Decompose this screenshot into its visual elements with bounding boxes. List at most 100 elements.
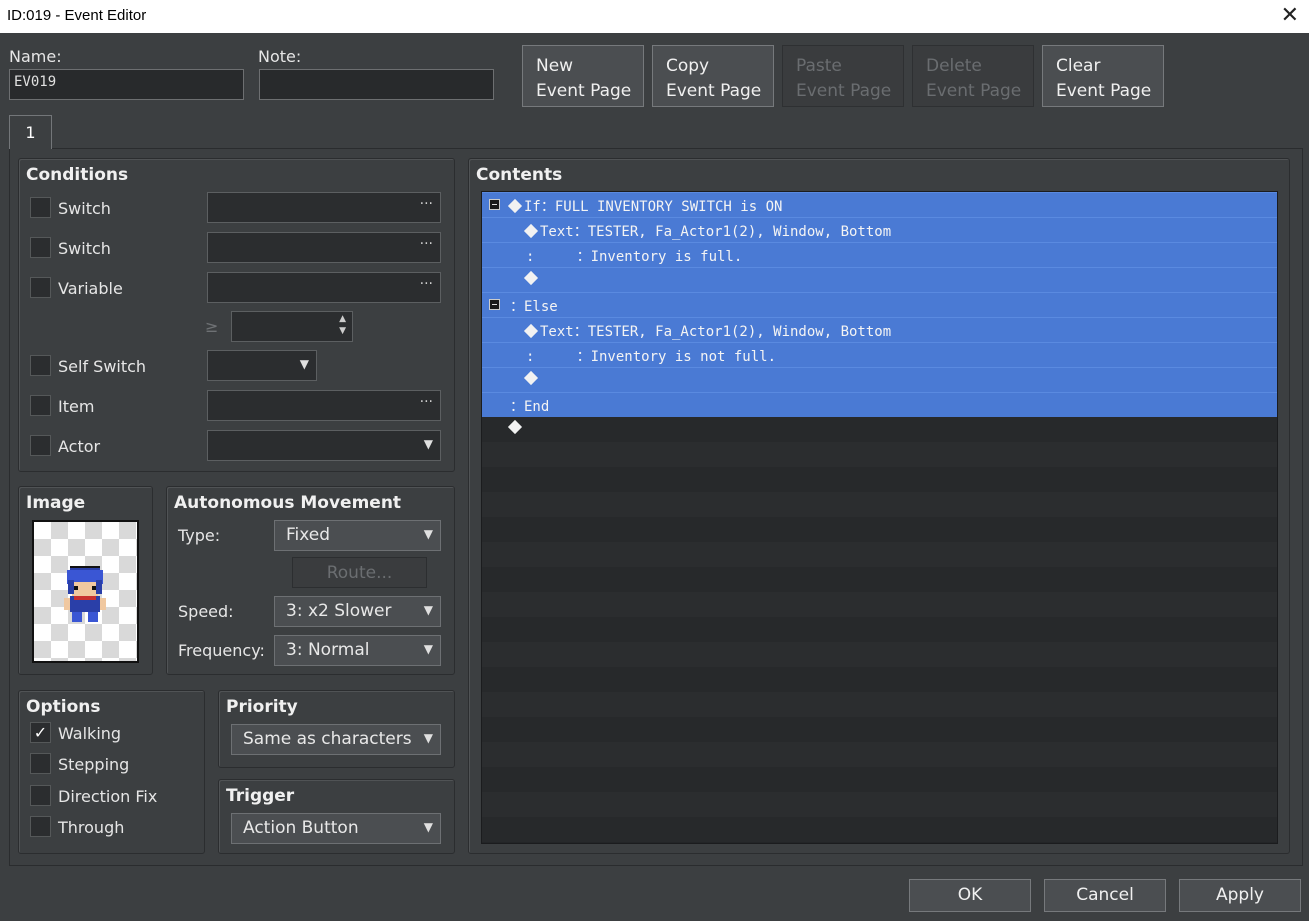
command-row[interactable]: ：End bbox=[482, 392, 1277, 417]
switch2-selector[interactable]: ··· bbox=[207, 232, 441, 263]
ok-button[interactable]: OK bbox=[909, 879, 1031, 912]
priority-select[interactable]: Same as characters ▼ bbox=[231, 724, 441, 755]
command-label: Text：TESTER, Fa_Actor1(2), Window, Botto… bbox=[540, 324, 892, 340]
chevron-down-icon: ▼ bbox=[299, 357, 309, 371]
variable-selector[interactable]: ··· bbox=[207, 272, 441, 303]
spinner-arrows-icon[interactable]: ▲ ▼ bbox=[339, 313, 346, 337]
empty-row[interactable] bbox=[482, 667, 1277, 692]
empty-row[interactable] bbox=[482, 542, 1277, 567]
name-input[interactable]: EV019 bbox=[9, 69, 244, 100]
variable-value-spinner[interactable]: ▲ ▼ bbox=[231, 311, 353, 342]
route-button[interactable]: Route... bbox=[292, 557, 427, 588]
switch1-checkbox[interactable] bbox=[30, 197, 51, 218]
command-row[interactable]: If：FULL INVENTORY SWITCH is ON bbox=[482, 192, 1277, 217]
new-event-page-line2: Event Page bbox=[536, 81, 632, 101]
conditions-title: Conditions bbox=[26, 165, 129, 185]
empty-row[interactable] bbox=[482, 492, 1277, 517]
ellipsis-icon: ··· bbox=[419, 276, 433, 292]
movement-type-label: Type: bbox=[178, 526, 221, 545]
chevron-down-icon: ▼ bbox=[423, 603, 433, 617]
close-icon[interactable]: ✕ bbox=[1281, 2, 1299, 28]
frequency-select[interactable]: 3: Normal ▼ bbox=[274, 635, 441, 666]
empty-row[interactable] bbox=[482, 517, 1277, 542]
empty-row[interactable] bbox=[482, 567, 1277, 592]
ellipsis-icon: ··· bbox=[419, 394, 433, 410]
empty-row[interactable] bbox=[482, 817, 1277, 842]
switch1-label: Switch bbox=[58, 199, 111, 218]
actor-select[interactable]: ▼ bbox=[207, 430, 441, 461]
empty-row[interactable] bbox=[482, 792, 1277, 817]
collapse-icon[interactable] bbox=[489, 199, 500, 210]
empty-row[interactable] bbox=[482, 442, 1277, 467]
empty-row[interactable] bbox=[482, 692, 1277, 717]
diamond-icon bbox=[523, 370, 539, 386]
command-row[interactable] bbox=[482, 267, 1277, 292]
speed-select[interactable]: 3: x2 Slower ▼ bbox=[274, 596, 441, 627]
new-event-page-button[interactable]: New Event Page bbox=[522, 45, 644, 107]
character-sprite-icon bbox=[64, 566, 106, 622]
priority-title: Priority bbox=[226, 697, 298, 717]
character-image[interactable] bbox=[32, 520, 139, 663]
ellipsis-icon: ··· bbox=[419, 236, 433, 252]
image-title: Image bbox=[26, 493, 86, 513]
command-row[interactable] bbox=[482, 417, 1277, 442]
walking-checkbox[interactable]: ✓ bbox=[30, 722, 51, 743]
paste-event-page-line1: Paste bbox=[796, 56, 842, 76]
cancel-button[interactable]: Cancel bbox=[1044, 879, 1166, 912]
self-switch-select[interactable]: ▼ bbox=[207, 350, 317, 381]
event-command-list[interactable]: If：FULL INVENTORY SWITCH is ON Text：TESTE… bbox=[481, 191, 1278, 844]
empty-row[interactable] bbox=[482, 617, 1277, 642]
empty-row[interactable] bbox=[482, 592, 1277, 617]
clear-event-page-button[interactable]: Clear Event Page bbox=[1042, 45, 1164, 107]
command-label: : ：Inventory is not full. bbox=[526, 349, 777, 365]
command-row[interactable]: : ：Inventory is not full. bbox=[482, 342, 1277, 367]
empty-row[interactable] bbox=[482, 642, 1277, 667]
frequency-value: 3: Normal bbox=[286, 640, 370, 660]
note-input[interactable] bbox=[259, 69, 494, 100]
movement-type-select[interactable]: Fixed ▼ bbox=[274, 520, 441, 551]
movement-type-value: Fixed bbox=[286, 525, 331, 545]
stepping-checkbox[interactable] bbox=[30, 753, 51, 774]
direction-fix-label: Direction Fix bbox=[58, 787, 158, 806]
frequency-label: Frequency: bbox=[178, 641, 265, 660]
command-row[interactable] bbox=[482, 367, 1277, 392]
speed-value: 3: x2 Slower bbox=[286, 601, 392, 621]
copy-event-page-button[interactable]: Copy Event Page bbox=[652, 45, 774, 107]
empty-row[interactable] bbox=[482, 467, 1277, 492]
command-row[interactable]: Text：TESTER, Fa_Actor1(2), Window, Botto… bbox=[482, 217, 1277, 242]
variable-label: Variable bbox=[58, 279, 123, 298]
command-row[interactable]: Text：TESTER, Fa_Actor1(2), Window, Botto… bbox=[482, 317, 1277, 342]
empty-row[interactable] bbox=[482, 717, 1277, 742]
command-row[interactable]: : ：Inventory is full. bbox=[482, 242, 1277, 267]
trigger-title: Trigger bbox=[226, 786, 295, 806]
switch2-label: Switch bbox=[58, 239, 111, 258]
speed-label: Speed: bbox=[178, 602, 234, 621]
actor-checkbox[interactable] bbox=[30, 435, 51, 456]
switch2-checkbox[interactable] bbox=[30, 237, 51, 258]
trigger-select[interactable]: Action Button ▼ bbox=[231, 813, 441, 844]
variable-checkbox[interactable] bbox=[30, 277, 51, 298]
through-checkbox[interactable] bbox=[30, 816, 51, 837]
self-switch-checkbox[interactable] bbox=[30, 355, 51, 376]
command-text: : ：Inventory is full. bbox=[526, 246, 742, 266]
empty-row[interactable] bbox=[482, 742, 1277, 767]
command-text: : ：Inventory is not full. bbox=[526, 346, 776, 366]
apply-button[interactable]: Apply bbox=[1179, 879, 1301, 912]
paste-event-page-line2: Event Page bbox=[796, 81, 892, 101]
paste-event-page-button[interactable]: Paste Event Page bbox=[782, 45, 904, 107]
name-label: Name: bbox=[9, 47, 62, 66]
command-label: If：FULL INVENTORY SWITCH is ON bbox=[524, 199, 783, 215]
tab-page-1[interactable]: 1 bbox=[9, 115, 52, 149]
empty-row[interactable] bbox=[482, 767, 1277, 792]
chevron-down-icon: ▼ bbox=[423, 731, 433, 745]
switch1-selector[interactable]: ··· bbox=[207, 192, 441, 223]
copy-event-page-line1: Copy bbox=[666, 56, 710, 76]
ellipsis-icon: ··· bbox=[419, 196, 433, 212]
collapse-icon[interactable] bbox=[489, 299, 500, 310]
item-checkbox[interactable] bbox=[30, 395, 51, 416]
chevron-down-icon: ▼ bbox=[423, 820, 433, 834]
delete-event-page-button[interactable]: Delete Event Page bbox=[912, 45, 1034, 107]
direction-fix-checkbox[interactable] bbox=[30, 785, 51, 806]
item-selector[interactable]: ··· bbox=[207, 390, 441, 421]
command-row[interactable]: ：Else bbox=[482, 292, 1277, 317]
